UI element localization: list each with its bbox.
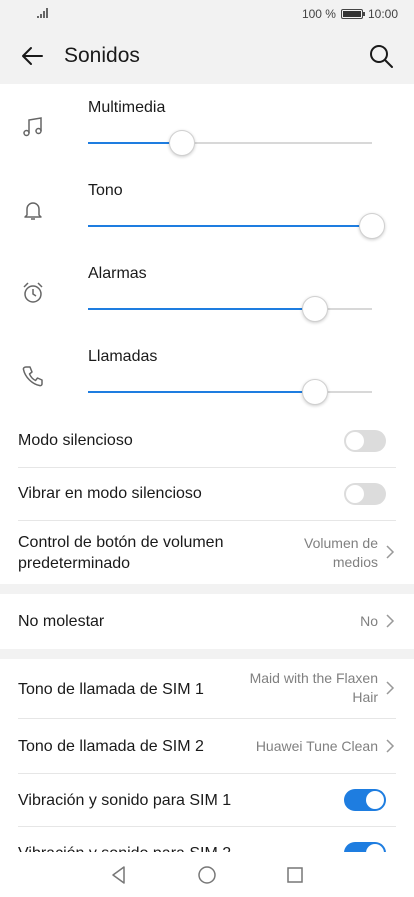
silent-mode-row[interactable]: Modo silencioso [18,416,396,468]
volume-row-llamadas: Llamadas [0,333,414,416]
arrow-left-icon[interactable] [20,43,46,69]
signal-icon [37,8,48,18]
vibration-sim2-row[interactable]: Vibración y sonido para SIM 2 [18,827,396,852]
status-right: 100 % 10:00 [302,7,398,21]
volume-label: Alarmas [88,265,147,282]
search-icon[interactable] [368,43,394,69]
ringtone-sim1-label: Tono de llamada de SIM 1 [18,681,204,698]
volume-button-control-row[interactable]: Control de botón de volumen predetermina… [18,521,396,584]
vibration-sim2-label: Vibración y sonido para SIM 2 [18,843,231,852]
vibrate-silent-label: Vibrar en modo silencioso [18,485,202,502]
chevron-right-icon [386,545,395,559]
bell-icon [24,202,42,220]
phone-icon [22,366,43,387]
vibration-sim2-toggle[interactable] [344,842,386,852]
vibrate-silent-row[interactable]: Vibrar en modo silencioso [18,468,396,521]
do-not-disturb-value: No [360,613,378,629]
vibration-sim1-label: Vibración y sonido para SIM 1 [18,792,232,809]
volume-button-control-label: Control de botón de volumen predetermina… [18,534,224,572]
sim-settings-card: Tono de llamada de SIM 1 Maid with the F… [0,659,414,852]
alarm-clock-icon [23,282,43,303]
do-not-disturb-label: No molestar [18,613,105,630]
do-not-disturb-card: No molestar No [0,594,414,649]
ringtone-sim2-label: Tono de llamada de SIM 2 [18,738,204,755]
app-header: Sonidos [0,28,414,84]
volume-row-tono: Tono [0,167,414,250]
volume-label: Tono [88,182,123,199]
ringtone-sim2-row[interactable]: Tono de llamada de SIM 2 Huawei Tune Cle… [18,719,396,774]
silent-mode-label: Modo silencioso [18,432,133,449]
volume-row-multimedia: Multimedia [0,84,414,167]
chevron-right-icon [386,681,395,695]
navigation-bar [0,852,414,897]
silent-mode-toggle[interactable] [344,430,386,452]
battery-text: 100 % [301,7,336,21]
ringtone-sim1-row[interactable]: Tono de llamada de SIM 1 Maid with the F… [18,659,396,719]
slider-thumb[interactable] [359,213,385,239]
volume-slider-tono[interactable] [88,213,385,239]
volume-button-control-value: Volumen de medios [304,535,378,570]
triangle-back-icon[interactable] [108,864,130,886]
sound-settings-card: Multimedia Tono Alarmas Llamadas Modo si… [0,84,414,584]
volume-slider-llamadas[interactable] [88,379,372,405]
ringtone-sim2-value: Huawei Tune Clean [255,738,378,754]
slider-thumb[interactable] [302,296,329,322]
circle-home-icon[interactable] [196,864,218,886]
chevron-right-icon [386,739,395,753]
vibration-sim1-row[interactable]: Vibración y sonido para SIM 1 [18,774,396,827]
volume-row-alarmas: Alarmas [0,250,414,333]
volume-label: Llamadas [88,348,158,365]
music-note-icon [23,117,42,137]
ringtone-sim1-value: Maid with the Flaxen Hair [249,670,378,705]
status-bar: 100 % 10:00 [0,0,414,28]
battery-icon [340,9,365,19]
square-recents-icon[interactable] [284,864,306,886]
vibrate-silent-toggle[interactable] [344,483,386,505]
clock: 10:00 [367,7,398,21]
chevron-right-icon [386,614,395,628]
volume-slider-alarmas[interactable] [88,296,372,322]
slider-thumb[interactable] [168,130,195,156]
do-not-disturb-row[interactable]: No molestar No [18,594,396,649]
volume-slider-multimedia[interactable] [88,130,372,156]
page-title: Sonidos [64,44,140,67]
slider-thumb[interactable] [302,379,329,405]
vibration-sim1-toggle[interactable] [344,789,386,811]
volume-label: Multimedia [88,99,166,116]
